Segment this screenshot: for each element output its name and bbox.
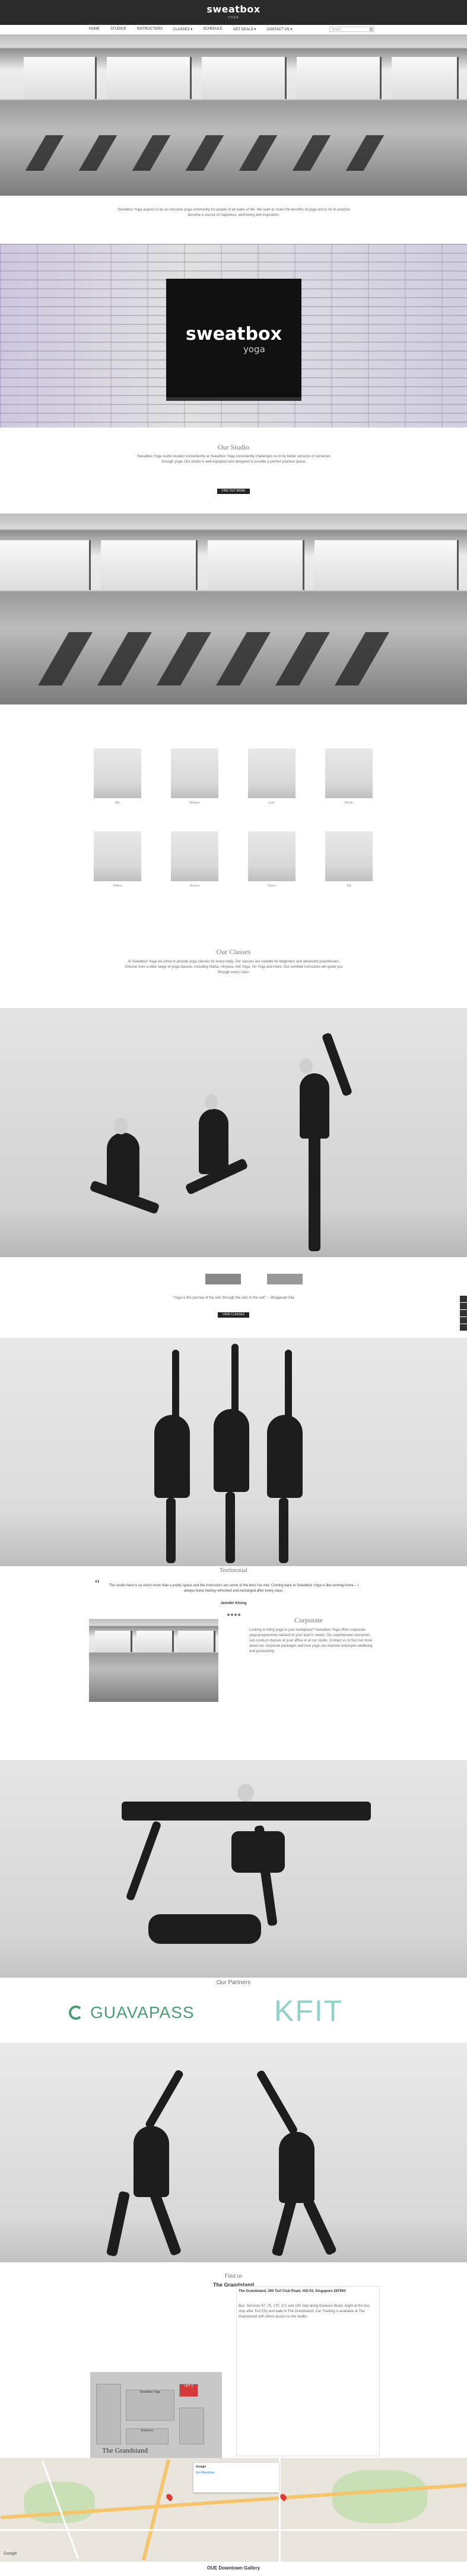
instructor-name: Maleia [113, 884, 122, 888]
side-stretch-image [0, 2043, 467, 2262]
location-name: The Grandstand [212, 2282, 254, 2288]
instructor-name: Vivien [268, 884, 276, 888]
findus-heading: Find us [224, 2273, 243, 2279]
location-floor-plan: Sweatbox Yoga LIFT 2 Entrance The Grands… [90, 2372, 222, 2467]
instructor-name: Ally [115, 801, 120, 805]
grandstand-logo: The Grandstand [102, 2446, 148, 2454]
instagram-icon[interactable] [460, 1310, 467, 1316]
nav-item-get-deals[interactable]: GET DEALS ▾ [233, 27, 256, 31]
nav-item-instructors[interactable]: INSTRUCTORS [137, 27, 163, 31]
instructor-card[interactable]: Jessica [171, 831, 218, 888]
studio-interior-image [0, 514, 467, 704]
nav-item-classes[interactable]: CLASSES ▾ [173, 27, 192, 31]
quote-icon: “ [95, 1577, 100, 1589]
view-classes-button[interactable]: VIEW CLASSES [217, 1312, 250, 1318]
instructor-card[interactable]: Nicole [325, 748, 373, 805]
instructor-card[interactable]: Maleia [94, 831, 141, 888]
bottom-location-label: OUE Downtown Gallery [207, 2565, 260, 2571]
hero-studio-image [0, 34, 467, 196]
brand-logo[interactable]: sweatbox [0, 4, 467, 15]
instructor-photo [94, 748, 141, 798]
testimonial-pagination[interactable] [0, 1608, 467, 1619]
classes-text: At Sweatbox Yoga we strive to provide yo… [125, 960, 343, 974]
nav-item-contact-us[interactable]: CONTACT US ▾ [266, 27, 292, 31]
corporate-heading: Corporate [294, 1616, 323, 1624]
instructor-photo [94, 831, 141, 881]
class-thumbnail[interactable] [267, 1274, 303, 1284]
instructor-card[interactable]: Kat [325, 831, 373, 888]
sign-yoga: yoga [243, 344, 265, 355]
lift-label: LIFT 2 [179, 2384, 198, 2397]
search-icon[interactable] [370, 28, 373, 31]
sign-text: sweatbox [186, 324, 282, 345]
classes-quote: "Yoga is the journey of the self, throug… [173, 1296, 294, 1300]
studios-find-out-more-button[interactable]: FIND OUT MORE [217, 489, 250, 494]
corporate-studio-image [89, 1619, 218, 1702]
instructor-photo [325, 748, 373, 798]
search-input[interactable]: Search [329, 27, 374, 32]
instructor-photo [248, 748, 296, 798]
findus-info-box [236, 2286, 380, 2456]
class-thumbnail[interactable] [205, 1274, 241, 1284]
entrance-label: Entrance [126, 2428, 169, 2444]
instructor-card[interactable]: Ally [94, 748, 141, 805]
nav-item-home[interactable]: HOME [89, 27, 100, 31]
instructor-card[interactable]: Melanie [171, 748, 218, 805]
instructor-photo [248, 831, 296, 881]
social-sidebar [460, 1296, 467, 1331]
classes-heading: Our Classes [216, 948, 251, 956]
instructor-name: Jessica [189, 884, 200, 888]
studios-heading: Our Studio [217, 443, 249, 451]
share-icon[interactable] [460, 1324, 467, 1331]
partners-heading: Our Partners [216, 1979, 251, 1986]
arms-up-pose-image [0, 1338, 467, 1566]
intro-text: Sweatbox Yoga aspires to be an inclusive… [117, 208, 350, 217]
guavapass-icon [69, 2006, 83, 2020]
corporate-text: Looking to bring yoga to your workplace?… [249, 1628, 373, 1653]
instructor-name: Lynn [268, 801, 275, 805]
instructor-photo [325, 831, 373, 881]
instructor-photo [171, 748, 218, 798]
acro-yoga-image [0, 1760, 467, 1978]
guavapass-text: GUAVAPASS [90, 2003, 195, 2022]
instructor-name: Nicole [345, 801, 353, 805]
twitter-icon[interactable] [460, 1303, 467, 1309]
testimonial-author: Jennifer Khong [220, 1602, 247, 1605]
testimonial-heading: Testimonial [219, 1567, 248, 1574]
kfit-logo[interactable]: KFIT [274, 1994, 343, 2028]
instructor-name: Melanie [189, 801, 200, 805]
instructor-card[interactable]: Vivien [248, 831, 296, 888]
search-placeholder: Search [332, 28, 341, 31]
email-icon[interactable] [460, 1317, 467, 1324]
brand-logo-sub: YOGA [228, 16, 239, 20]
sweatbox-sign: sweatbox yoga [166, 279, 301, 401]
instructor-card[interactable]: Lynn [248, 748, 296, 805]
nav-item-schedule[interactable]: SCHEDULE [203, 27, 223, 31]
map-directions-link[interactable]: Get Directions [196, 2471, 277, 2475]
map-card-title: Google [196, 2465, 207, 2469]
main-nav: HOME STUDIOS INSTRUCTORS CLASSES ▾ SCHED… [0, 25, 467, 35]
instructor-photo [171, 831, 218, 881]
guavapass-logo[interactable]: GUAVAPASS [69, 2003, 195, 2022]
map-pin-icon[interactable] [165, 2492, 174, 2502]
studios-text: Sweatbox Yoga studio located convenientl… [136, 455, 331, 464]
nav-item-studios[interactable]: STUDIOS [110, 27, 126, 31]
testimonial-text: The studio here is so much more than a p… [109, 1584, 359, 1593]
map-info-card[interactable]: Google Get Directions [193, 2463, 279, 2492]
google-logo: Google [4, 2552, 17, 2556]
instructor-name: Kat [347, 884, 351, 888]
facebook-icon[interactable] [460, 1296, 467, 1302]
studio-block-label: Sweatbox Yoga [126, 2390, 174, 2421]
classes-yoga-pose-image [0, 1008, 467, 1257]
